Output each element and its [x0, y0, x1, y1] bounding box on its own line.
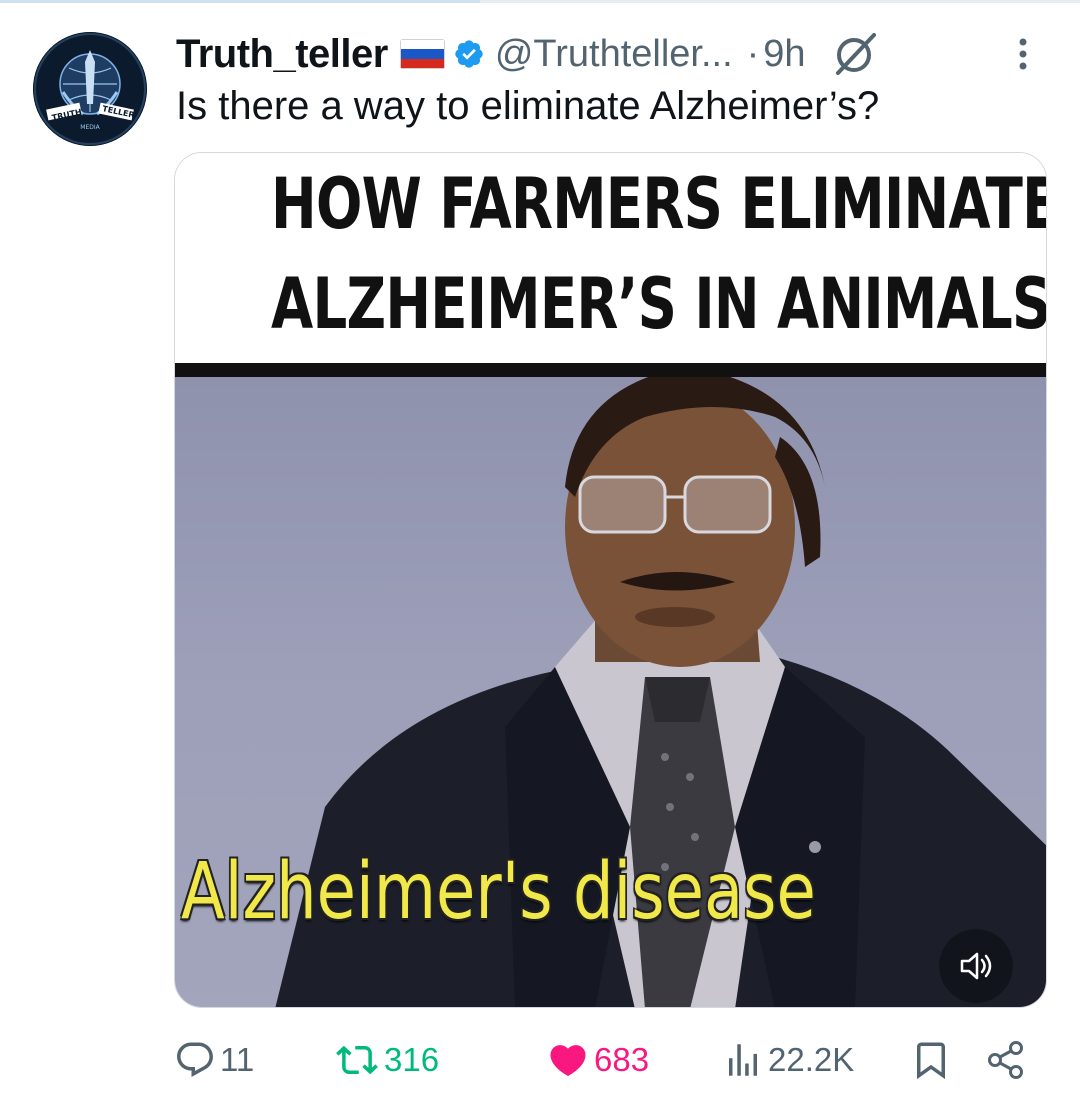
separator-dot: ·	[746, 32, 760, 75]
svg-text:MEDIA: MEDIA	[80, 124, 100, 131]
mute-button[interactable]	[939, 929, 1013, 1003]
video-title-line-2: ALZHEIMER’S IN ANIMALS	[271, 263, 1047, 345]
like-button[interactable]: 683	[546, 1030, 649, 1090]
speaker-muted-icon	[960, 952, 992, 980]
tweet-text: Is there a way to eliminate Alzheimer’s?	[176, 84, 880, 128]
bookmark-button[interactable]	[910, 1030, 952, 1090]
heart-icon	[550, 1045, 586, 1077]
like-count: 683	[594, 1041, 650, 1078]
more-options-icon[interactable]	[1008, 36, 1038, 72]
top-divider	[0, 0, 1080, 3]
retweet-count: 316	[384, 1041, 440, 1078]
avatar[interactable]: TRUTH TELLER MEDIA	[33, 32, 147, 146]
share-button[interactable]	[986, 1030, 1026, 1090]
bookmark-icon	[917, 1042, 945, 1080]
video-title-area: HOW FARMERS ELIMINATED ALZHEIMER’S IN AN…	[175, 153, 1047, 363]
reply-icon	[177, 1042, 213, 1077]
russia-flag-icon	[399, 39, 445, 69]
divider-bar	[175, 363, 1046, 377]
views-button[interactable]: 22.2K	[722, 1030, 854, 1090]
reply-count: 11	[220, 1041, 255, 1078]
truth-teller-logo: TRUTH TELLER MEDIA	[33, 32, 147, 146]
user-handle[interactable]: @Truthteller...	[495, 33, 733, 76]
grok-icon[interactable]	[830, 29, 880, 79]
share-icon	[988, 1041, 1023, 1079]
verified-badge-icon[interactable]	[453, 38, 485, 70]
display-name[interactable]: Truth_teller	[176, 32, 388, 77]
timestamp[interactable]: 9h	[763, 33, 805, 76]
video-subtitle: Alzheimer's disease	[181, 847, 816, 937]
tweet-header: Truth_teller @Truthteller... · 9h	[176, 28, 880, 80]
retweet-icon	[336, 1045, 378, 1075]
video-media[interactable]: HOW FARMERS ELIMINATED ALZHEIMER’S IN AN…	[174, 152, 1047, 1008]
tweet-actions: 11 316 683 22.2K	[174, 1030, 1054, 1090]
video-title-line-1: HOW FARMERS ELIMINATED	[271, 163, 1047, 245]
reply-button[interactable]: 11	[174, 1030, 254, 1090]
retweet-button[interactable]: 316	[334, 1030, 439, 1090]
view-count: 22.2K	[768, 1041, 855, 1078]
video-frame[interactable]: Alzheimer's disease	[175, 377, 1046, 1007]
analytics-icon	[729, 1044, 757, 1076]
